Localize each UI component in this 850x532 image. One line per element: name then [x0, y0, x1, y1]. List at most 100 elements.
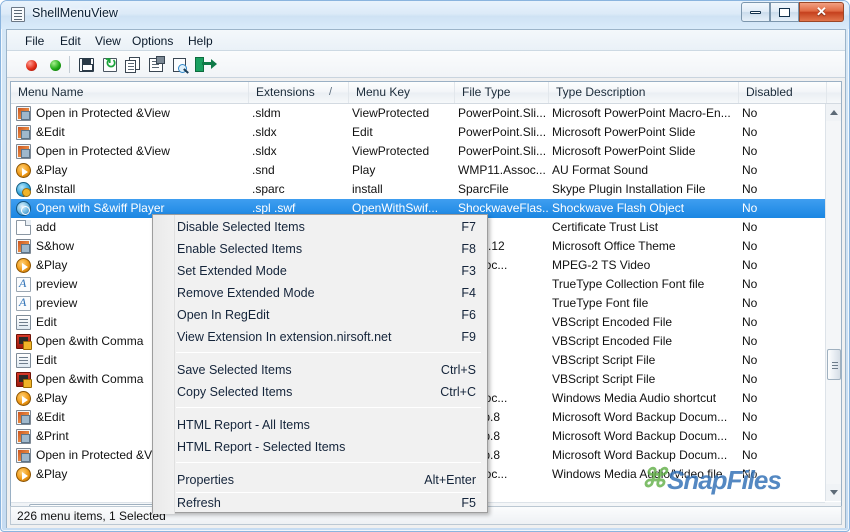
- cell-disabled: No: [742, 239, 758, 253]
- minimize-button[interactable]: [741, 2, 770, 22]
- cell-extensions: .sparc: [252, 182, 285, 196]
- maximize-button[interactable]: [770, 2, 799, 22]
- cell-menu-key: ViewProtected: [352, 144, 430, 158]
- menu-item-label: Set Extended Mode: [177, 264, 287, 278]
- red-dot-icon: [26, 60, 37, 71]
- menu-item-label: HTML Report - Selected Items: [177, 440, 346, 454]
- cell-type-description: Microsoft PowerPoint Slide: [552, 125, 696, 139]
- menu-item-set-extended-mode[interactable]: Set Extended Mode F3: [154, 260, 488, 282]
- application-window: ShellMenuView ✕ File Edit View Options H…: [0, 0, 850, 532]
- menu-item-label: Copy Selected Items: [177, 385, 293, 399]
- powerpoint-icon: [16, 106, 31, 121]
- cell-menu-key: ViewProtected: [352, 106, 430, 120]
- cell-disabled: No: [742, 125, 758, 139]
- menu-item-copy-selected-items[interactable]: Copy Selected Items Ctrl+C: [154, 381, 488, 403]
- cell-disabled: No: [742, 334, 758, 348]
- menu-item-accelerator: F9: [461, 330, 476, 344]
- menu-separator: [176, 352, 481, 353]
- menu-item-accelerator: Ctrl+C: [440, 385, 476, 399]
- menu-item-open-in-regedit[interactable]: Open In RegEdit F6: [154, 304, 488, 326]
- menu-item-properties[interactable]: Properties Alt+Enter: [154, 469, 488, 491]
- cell-extensions: .sldx: [252, 144, 277, 158]
- skype-icon: [16, 182, 31, 197]
- chevron-up-icon: [830, 110, 838, 115]
- media-play-icon: [16, 467, 31, 482]
- cell-file-type: PowerPoint.Sli...: [458, 106, 547, 120]
- copy-selected-items-button[interactable]: [125, 56, 143, 74]
- menu-item-remove-extended-mode[interactable]: Remove Extended Mode F4: [154, 282, 488, 304]
- minimize-icon: [742, 3, 769, 21]
- column-header-type-description[interactable]: Type Description: [549, 82, 739, 103]
- cell-disabled: No: [742, 163, 758, 177]
- notepad-icon: [16, 353, 31, 368]
- cell-disabled: No: [742, 429, 758, 443]
- menu-item-save-selected-items[interactable]: Save Selected Items Ctrl+S: [154, 359, 488, 381]
- menu-item-html-report-selected-items[interactable]: HTML Report - Selected Items: [154, 436, 488, 458]
- table-row[interactable]: &Play .snd Play WMP11.Assoc... AU Format…: [11, 161, 827, 180]
- vertical-scrollbar[interactable]: [825, 104, 841, 501]
- menu-help[interactable]: Help: [182, 33, 219, 49]
- menu-item-refresh[interactable]: Refresh F5: [154, 492, 488, 514]
- column-header-extensions[interactable]: Extensions /: [249, 82, 349, 103]
- menu-item-accelerator: F6: [461, 308, 476, 322]
- enable-selected-items-button[interactable]: [47, 56, 65, 74]
- column-header-menu-key[interactable]: Menu Key: [349, 82, 455, 103]
- cell-type-description: Windows Media Audio shortcut: [552, 391, 717, 405]
- properties-icon: [149, 56, 165, 72]
- maximize-icon: [771, 3, 798, 21]
- menu-item-view-extension-online[interactable]: View Extension In extension.nirsoft.net …: [154, 326, 488, 348]
- refresh-icon: [103, 55, 117, 72]
- cell-extensions: .sldx: [252, 125, 277, 139]
- column-header-disabled[interactable]: Disabled: [739, 82, 827, 103]
- cell-disabled: No: [742, 182, 758, 196]
- close-button[interactable]: ✕: [799, 2, 844, 22]
- properties-button[interactable]: [148, 56, 166, 74]
- cell-type-description: Microsoft PowerPoint Macro-En...: [552, 106, 731, 120]
- menu-item-disable-selected-items[interactable]: Disable Selected Items F7: [154, 216, 488, 238]
- disable-selected-items-button[interactable]: [23, 56, 41, 74]
- context-menu[interactable]: Disable Selected Items F7 Enable Selecte…: [152, 214, 488, 514]
- cell-type-description: MPEG-2 TS Video: [552, 258, 651, 272]
- scroll-up-button[interactable]: [826, 104, 841, 121]
- table-row[interactable]: Open in Protected &View .sldm ViewProtec…: [11, 104, 827, 123]
- scroll-down-button[interactable]: [826, 484, 841, 501]
- copy-icon: [125, 60, 136, 73]
- cell-disabled: No: [742, 448, 758, 462]
- column-header-extensions-label: Extensions: [256, 85, 315, 99]
- table-row[interactable]: &Install .sparc install SparcFile Skype …: [11, 180, 827, 199]
- vertical-scrollbar-thumb[interactable]: [827, 349, 841, 380]
- powerpoint-icon: [16, 429, 31, 444]
- table-row[interactable]: &Edit .sldx Edit PowerPoint.Sli... Micro…: [11, 123, 827, 142]
- cell-file-type: PowerPoint.Sli...: [458, 125, 547, 139]
- column-header-file-type[interactable]: File Type: [455, 82, 549, 103]
- column-header-row: Menu Name Extensions / Menu Key File Typ…: [11, 82, 841, 104]
- menu-item-accelerator: F7: [461, 220, 476, 234]
- powerpoint-icon: [16, 239, 31, 254]
- table-row[interactable]: Open in Protected &View .sldx ViewProtec…: [11, 142, 827, 161]
- menu-separator: [176, 407, 481, 408]
- menu-options[interactable]: Options: [126, 33, 179, 49]
- powerpoint-icon: [16, 448, 31, 463]
- refresh-button[interactable]: [102, 55, 120, 74]
- notepad-icon: [16, 315, 31, 330]
- menu-item-accelerator: F8: [461, 242, 476, 256]
- menu-item-label: Open In RegEdit: [177, 308, 270, 322]
- menu-item-label: Disable Selected Items: [177, 220, 305, 234]
- cell-type-description: VBScript Encoded File: [552, 315, 673, 329]
- media-play-icon: [16, 163, 31, 178]
- find-button[interactable]: [172, 56, 190, 74]
- cell-disabled: No: [742, 372, 758, 386]
- column-header-menu-name[interactable]: Menu Name: [11, 82, 249, 103]
- save-selected-items-button[interactable]: [78, 56, 96, 74]
- cell-disabled: No: [742, 353, 758, 367]
- cell-type-description: Microsoft Word Backup Docum...: [552, 429, 728, 443]
- menu-edit[interactable]: Edit: [54, 33, 87, 49]
- menu-file[interactable]: File: [19, 33, 50, 49]
- menu-view[interactable]: View: [89, 33, 127, 49]
- exit-button[interactable]: [195, 56, 217, 74]
- exit-arrow-icon: [202, 58, 217, 69]
- menu-item-html-report-all-items[interactable]: HTML Report - All Items: [154, 414, 488, 436]
- menu-item-label: Save Selected Items: [177, 363, 292, 377]
- menu-item-enable-selected-items[interactable]: Enable Selected Items F8: [154, 238, 488, 260]
- cell-disabled: No: [742, 315, 758, 329]
